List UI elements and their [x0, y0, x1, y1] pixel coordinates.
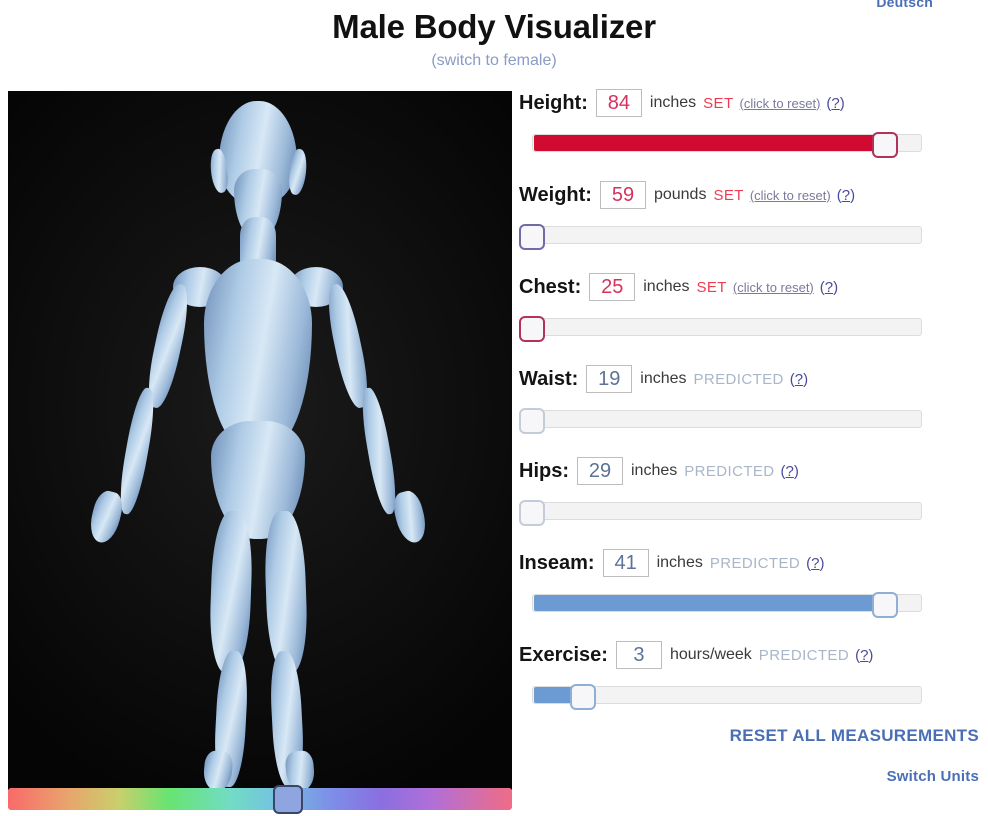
measurement-line-weight: Weight: pounds SET (click to reset) (?) [519, 178, 979, 212]
measurement-unit-inseam: inches [657, 554, 703, 572]
help-icon-inseam[interactable]: (?) [806, 555, 824, 572]
measurement-state-inseam: PREDICTED [710, 555, 800, 572]
measurement-row-inseam: Inseam: inches PREDICTED (?) [519, 546, 979, 638]
switch-to-female-link[interactable]: (switch to female) [431, 52, 556, 70]
measurement-line-inseam: Inseam: inches PREDICTED (?) [519, 546, 979, 580]
help-icon-height[interactable]: (?) [826, 95, 844, 112]
slider-thumb-weight[interactable] [519, 224, 545, 250]
measurement-label-weight: Weight: [519, 184, 592, 207]
reset-link-height[interactable]: (click to reset) [740, 96, 821, 111]
measurement-label-hips: Hips: [519, 460, 569, 483]
measurement-slider-exercise[interactable] [519, 684, 979, 706]
measurement-row-waist: Waist: inches PREDICTED (?) [519, 362, 979, 454]
measurement-slider-chest[interactable] [519, 316, 979, 338]
measurement-row-chest: Chest: inches SET (click to reset) (?) [519, 270, 979, 362]
model-thigh-right [263, 510, 309, 673]
measurement-line-hips: Hips: inches PREDICTED (?) [519, 454, 979, 488]
measurement-row-exercise: Exercise: hours/week PREDICTED (?) [519, 638, 979, 730]
measurement-line-height: Height: inches SET (click to reset) (?) [519, 86, 979, 120]
measurement-state-chest: SET [696, 279, 726, 296]
measurement-label-chest: Chest: [519, 276, 581, 299]
page-header: Male Body Visualizer (switch to female) [0, 0, 988, 70]
measurement-slider-inseam[interactable] [519, 592, 979, 614]
measurement-input-weight[interactable] [600, 181, 646, 209]
measurement-row-hips: Hips: inches PREDICTED (?) [519, 454, 979, 546]
background-hue-slider-thumb[interactable] [273, 785, 303, 814]
measurement-row-height: Height: inches SET (click to reset) (?) [519, 86, 979, 178]
switch-units-button[interactable]: Switch Units [519, 768, 979, 785]
measurement-state-hips: PREDICTED [684, 463, 774, 480]
measurement-line-chest: Chest: inches SET (click to reset) (?) [519, 270, 979, 304]
page-title: Male Body Visualizer [0, 0, 988, 46]
measurement-input-chest[interactable] [589, 273, 635, 301]
slider-thumb-exercise[interactable] [570, 684, 596, 710]
measurement-slider-height[interactable] [519, 132, 979, 154]
measurement-slider-weight[interactable] [519, 224, 979, 246]
slider-thumb-height[interactable] [872, 132, 898, 158]
measurement-slider-waist[interactable] [519, 408, 979, 430]
measurement-input-waist[interactable] [586, 365, 632, 393]
help-icon-exercise[interactable]: (?) [855, 647, 873, 664]
measurement-input-exercise[interactable] [616, 641, 662, 669]
measurement-line-exercise: Exercise: hours/week PREDICTED (?) [519, 638, 979, 672]
measurement-label-height: Height: [519, 92, 588, 115]
help-icon-waist[interactable]: (?) [790, 371, 808, 388]
measurement-input-hips[interactable] [577, 457, 623, 485]
measurement-line-waist: Waist: inches PREDICTED (?) [519, 362, 979, 396]
slider-track-chest[interactable] [532, 318, 922, 336]
model-forearm-right [357, 386, 401, 516]
measurement-state-weight: SET [713, 187, 743, 204]
measurement-state-exercise: PREDICTED [759, 647, 849, 664]
slider-thumb-inseam[interactable] [872, 592, 898, 618]
model-hand-right [390, 488, 430, 545]
slider-track-hips[interactable] [532, 502, 922, 520]
reset-link-chest[interactable]: (click to reset) [733, 280, 814, 295]
model-thigh-left [208, 510, 254, 673]
measurement-label-waist: Waist: [519, 368, 578, 391]
measurement-unit-hips: inches [631, 462, 677, 480]
body-model-viewport[interactable] [8, 91, 512, 790]
slider-track-weight[interactable] [532, 226, 922, 244]
measurements-panel: Height:inchesSET(click to reset)(?)Weigh… [519, 86, 979, 730]
model-foot-right [284, 750, 315, 790]
measurement-unit-weight: pounds [654, 186, 707, 204]
slider-thumb-waist[interactable] [519, 408, 545, 434]
measurement-state-waist: PREDICTED [694, 371, 784, 388]
measurement-row-weight: Weight: pounds SET (click to reset) (?) [519, 178, 979, 270]
slider-fill-inseam [534, 595, 897, 611]
measurement-input-height[interactable] [596, 89, 642, 117]
help-icon-weight[interactable]: (?) [837, 187, 855, 204]
footer-links: RESET ALL MEASUREMENTS Switch Units [519, 726, 979, 785]
slider-track-waist[interactable] [532, 410, 922, 428]
slider-thumb-hips[interactable] [519, 500, 545, 526]
model-forearm-left [115, 386, 159, 516]
background-hue-slider-track[interactable] [8, 788, 512, 810]
measurement-input-inseam[interactable] [603, 549, 649, 577]
measurement-unit-height: inches [650, 94, 696, 112]
body-model-figure [8, 91, 512, 790]
measurement-unit-exercise: hours/week [670, 646, 752, 664]
help-icon-chest[interactable]: (?) [820, 279, 838, 296]
measurement-unit-waist: inches [640, 370, 686, 388]
slider-fill-height [534, 135, 897, 151]
slider-thumb-chest[interactable] [519, 316, 545, 342]
measurement-unit-chest: inches [643, 278, 689, 296]
measurement-label-exercise: Exercise: [519, 644, 608, 667]
model-hand-left [86, 488, 126, 545]
reset-all-measurements-button[interactable]: RESET ALL MEASUREMENTS [519, 726, 979, 746]
help-icon-hips[interactable]: (?) [781, 463, 799, 480]
measurement-label-inseam: Inseam: [519, 552, 595, 575]
measurement-slider-hips[interactable] [519, 500, 979, 522]
reset-link-weight[interactable]: (click to reset) [750, 188, 831, 203]
measurement-state-height: SET [703, 95, 733, 112]
